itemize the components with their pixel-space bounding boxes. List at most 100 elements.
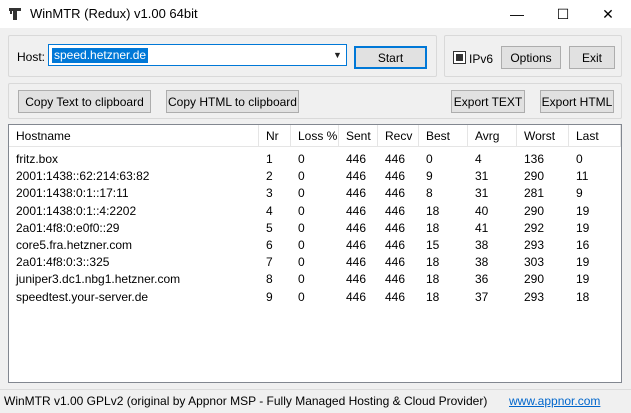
cell-hostname: 2001:1438:0:1::17:11 bbox=[16, 186, 129, 201]
table-row[interactable]: speedtest.your-server.de 9 0 446 446 18 37 293 1… bbox=[9, 289, 621, 306]
cell-nr: 1 bbox=[266, 152, 273, 166]
cell-recv: 446 bbox=[385, 186, 406, 201]
minimize-icon: — bbox=[510, 6, 524, 22]
status-bar: WinMTR v1.00 GPLv2 (original by Appnor M… bbox=[0, 389, 631, 413]
title-bar: WinMTR (Redux) v1.00 64bit — ☐ ✕ bbox=[0, 0, 631, 28]
cell-nr: 6 bbox=[266, 238, 273, 252]
column-header-best[interactable]: Best bbox=[419, 125, 468, 147]
cell-sent: 446 bbox=[346, 220, 367, 235]
appnor-link[interactable]: www.appnor.com bbox=[509, 394, 600, 408]
cell-recv: 446 bbox=[385, 220, 406, 235]
exit-button[interactable]: Exit bbox=[569, 46, 615, 69]
cell-recv: 446 bbox=[385, 289, 406, 304]
cell-best: 0 bbox=[426, 152, 433, 166]
cell-nr: 5 bbox=[266, 220, 273, 235]
chevron-down-icon[interactable]: ▼ bbox=[329, 45, 346, 65]
cell-nr: 2 bbox=[266, 169, 273, 184]
cell-best: 18 bbox=[426, 255, 440, 270]
cell-sent: 446 bbox=[346, 272, 367, 287]
cell-last: 0 bbox=[576, 152, 583, 166]
column-header-sent[interactable]: Sent bbox=[339, 125, 378, 147]
cell-recv: 446 bbox=[385, 238, 406, 252]
cell-nr: 8 bbox=[266, 272, 273, 287]
column-header-nr[interactable]: Nr bbox=[259, 125, 291, 147]
cell-loss: 0 bbox=[298, 152, 305, 166]
cell-best: 15 bbox=[426, 238, 440, 252]
cell-last: 19 bbox=[576, 220, 590, 235]
cell-sent: 446 bbox=[346, 186, 367, 201]
app-icon bbox=[9, 8, 21, 20]
table-row[interactable]: 2001:1438:0:1::4:2202 4 0 446 446 18 40 290 19 bbox=[9, 203, 621, 220]
export-html-button[interactable]: Export HTML bbox=[540, 90, 614, 113]
maximize-icon: ☐ bbox=[556, 5, 570, 22]
cell-last: 19 bbox=[576, 255, 590, 270]
host-label: Host: bbox=[17, 50, 46, 64]
cell-sent: 446 bbox=[346, 238, 367, 252]
table-row[interactable]: 2a01:4f8:0:e0f0::29 5 0 446 446 18 41 292 19 bbox=[9, 220, 621, 237]
cell-best: 18 bbox=[426, 272, 440, 287]
cell-hostname: fritz.box bbox=[16, 152, 59, 166]
cell-worst: 293 bbox=[524, 238, 545, 252]
status-text: WinMTR v1.00 GPLv2 (original by Appnor M… bbox=[4, 394, 488, 408]
cell-worst: 290 bbox=[524, 203, 545, 218]
start-button[interactable]: Start bbox=[354, 46, 427, 69]
column-header-worst[interactable]: Worst bbox=[517, 125, 569, 147]
cell-best: 9 bbox=[426, 169, 433, 184]
table-row[interactable]: 2a01:4f8:0:3::325 7 0 446 446 18 38 303 19 bbox=[9, 254, 621, 271]
cell-loss: 0 bbox=[298, 203, 305, 218]
copy-html-button[interactable]: Copy HTML to clipboard bbox=[166, 90, 299, 113]
cell-worst: 136 bbox=[524, 152, 545, 166]
copy-text-button[interactable]: Copy Text to clipboard bbox=[18, 90, 151, 113]
maximize-button[interactable]: ☐ bbox=[540, 0, 586, 28]
cell-recv: 446 bbox=[385, 203, 406, 218]
cell-hostname: juniper3.dc1.nbg1.hetzner.com bbox=[16, 272, 181, 287]
cell-last: 16 bbox=[576, 238, 590, 252]
cell-last: 11 bbox=[576, 169, 589, 184]
cell-hostname: 2001:1438::62:214:63:82 bbox=[16, 169, 150, 184]
cell-nr: 7 bbox=[266, 255, 273, 270]
window-title: WinMTR (Redux) v1.00 64bit bbox=[30, 6, 198, 21]
close-button[interactable]: ✕ bbox=[585, 0, 631, 28]
cell-loss: 0 bbox=[298, 220, 305, 235]
cell-hostname: 2a01:4f8:0:e0f0::29 bbox=[16, 220, 120, 235]
results-table[interactable]: Hostname Nr Loss % Sent Recv Best Avrg Worst Las… bbox=[8, 124, 622, 383]
client-area: Host: speed.hetzner.de ▼ Start IPv6 Opti… bbox=[0, 28, 631, 389]
cell-avrg: 40 bbox=[475, 203, 489, 218]
cell-last: 19 bbox=[576, 272, 590, 287]
options-button[interactable]: Options bbox=[501, 46, 561, 69]
cell-loss: 0 bbox=[298, 289, 305, 304]
cell-avrg: 36 bbox=[475, 272, 489, 287]
cell-sent: 446 bbox=[346, 289, 367, 304]
checkbox-mark-icon bbox=[456, 54, 463, 61]
host-input-value[interactable]: speed.hetzner.de bbox=[52, 48, 149, 63]
cell-nr: 3 bbox=[266, 186, 273, 201]
table-row[interactable]: juniper3.dc1.nbg1.hetzner.com 8 0 446 446 18 3… bbox=[9, 271, 621, 288]
cell-worst: 292 bbox=[524, 220, 545, 235]
cell-loss: 0 bbox=[298, 272, 305, 287]
cell-recv: 446 bbox=[385, 255, 406, 270]
table-row[interactable]: 2001:1438::62:214:63:82 2 0 446 446 9 31 290 11 bbox=[9, 168, 621, 185]
column-header-last[interactable]: Last bbox=[569, 125, 621, 147]
minimize-button[interactable]: — bbox=[494, 0, 540, 28]
export-text-button[interactable]: Export TEXT bbox=[451, 90, 525, 113]
cell-best: 18 bbox=[426, 289, 440, 304]
host-combobox[interactable]: speed.hetzner.de ▼ bbox=[48, 44, 347, 66]
table-row[interactable]: fritz.box 1 0 446 446 0 4 136 0 bbox=[9, 151, 621, 168]
cell-worst: 293 bbox=[524, 289, 545, 304]
ipv6-label[interactable]: IPv6 bbox=[469, 52, 493, 66]
column-header-hostname[interactable]: Hostname bbox=[9, 125, 259, 147]
table-row[interactable]: 2001:1438:0:1::17:11 3 0 446 446 8 31 281 9 bbox=[9, 185, 621, 202]
column-header-avrg[interactable]: Avrg bbox=[468, 125, 517, 147]
cell-worst: 290 bbox=[524, 169, 545, 184]
cell-nr: 9 bbox=[266, 289, 273, 304]
column-header-recv[interactable]: Recv bbox=[378, 125, 419, 147]
ipv6-checkbox[interactable] bbox=[453, 51, 466, 64]
cell-avrg: 41 bbox=[475, 220, 489, 235]
table-row[interactable]: core5.fra.hetzner.com 6 0 446 446 15 38 293 16 bbox=[9, 237, 621, 254]
cell-loss: 0 bbox=[298, 186, 305, 201]
cell-avrg: 31 bbox=[475, 186, 489, 201]
cell-last: 9 bbox=[576, 186, 583, 201]
cell-hostname: 2001:1438:0:1::4:2202 bbox=[16, 203, 137, 218]
column-header-loss[interactable]: Loss % bbox=[291, 125, 339, 147]
cell-sent: 446 bbox=[346, 203, 367, 218]
